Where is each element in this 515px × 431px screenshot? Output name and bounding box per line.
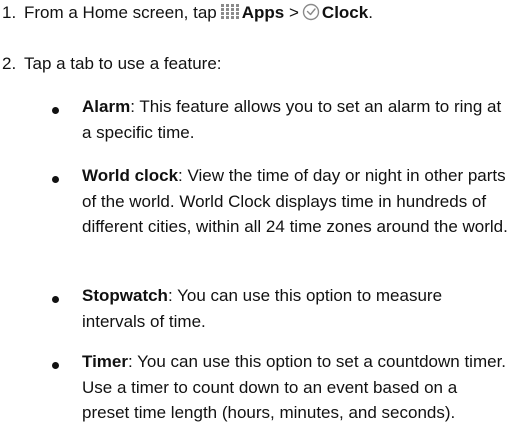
clock-icon — [302, 3, 320, 27]
feature-name: Alarm — [82, 97, 131, 116]
nav-separator: > — [288, 3, 299, 22]
feature-name: Timer — [82, 352, 128, 371]
apps-label: Apps — [241, 3, 285, 22]
bullet-dot — [52, 176, 59, 183]
clock-label: Clock — [321, 3, 369, 22]
feature-description: : This feature allows you to set an alar… — [82, 97, 502, 142]
step-text: From a Home screen, tap Apps > Clock. — [24, 2, 373, 27]
bullet-dot — [52, 362, 59, 369]
feature-name: World clock — [82, 166, 179, 185]
feature-item-alarm: Alarm: This feature allows you to set an… — [82, 94, 508, 145]
step-1-prefix: From a Home screen, tap — [24, 3, 217, 22]
bullet-dot — [52, 296, 59, 303]
step-number: 2. — [2, 54, 17, 73]
feature-name: Stopwatch — [82, 286, 168, 305]
feature-description: : You can use this option to set a count… — [82, 352, 507, 422]
step-1-suffix: . — [368, 3, 373, 22]
feature-item-timer: Timer: You can use this option to set a … — [82, 349, 508, 426]
feature-item-stopwatch: Stopwatch: You can use this option to me… — [82, 283, 508, 334]
bullet-dot — [52, 107, 59, 114]
apps-grid-icon — [220, 3, 240, 27]
step-text: Tap a tab to use a feature: — [24, 54, 222, 73]
step-number: 1. — [2, 3, 17, 22]
feature-item-world-clock: World clock: View the time of day or nig… — [82, 163, 508, 240]
